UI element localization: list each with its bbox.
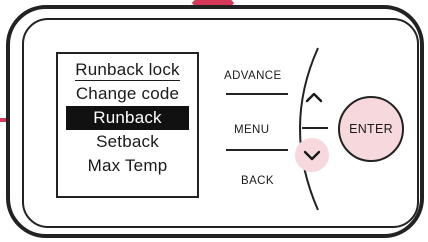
menu-button[interactable]: MENU — [234, 124, 269, 136]
menu-item-label: Max Temp — [87, 156, 168, 175]
menu-item-setback[interactable]: Setback — [58, 130, 197, 154]
menu-item-max-temp[interactable]: Max Temp — [58, 154, 197, 178]
menu-item-label: Change code — [75, 84, 180, 103]
up-button[interactable] — [301, 84, 327, 110]
menu-list: Runback lock Change code Runback Setback… — [58, 58, 197, 178]
thermostat-control-panel: Runback lock Change code Runback Setback… — [0, 0, 428, 242]
enter-button-label: ENTER — [349, 122, 393, 136]
chevron-down-icon — [303, 150, 321, 161]
chevron-up-icon — [305, 92, 323, 103]
menu-item-runback[interactable]: Runback — [66, 106, 189, 130]
menu-item-label: Runback — [93, 108, 162, 127]
menu-item-change-code[interactable]: Change code — [58, 82, 197, 106]
lcd-screen: Runback lock Change code Runback Setback… — [56, 52, 199, 198]
menu-item-runback-lock[interactable]: Runback lock — [58, 58, 197, 82]
enter-button[interactable]: ENTER — [338, 96, 404, 162]
menu-item-label: Runback lock — [75, 60, 180, 81]
down-button[interactable] — [295, 138, 329, 172]
advance-button[interactable]: ADVANCE — [224, 70, 282, 82]
back-button[interactable]: BACK — [241, 175, 274, 187]
menu-item-label: Setback — [96, 132, 159, 151]
